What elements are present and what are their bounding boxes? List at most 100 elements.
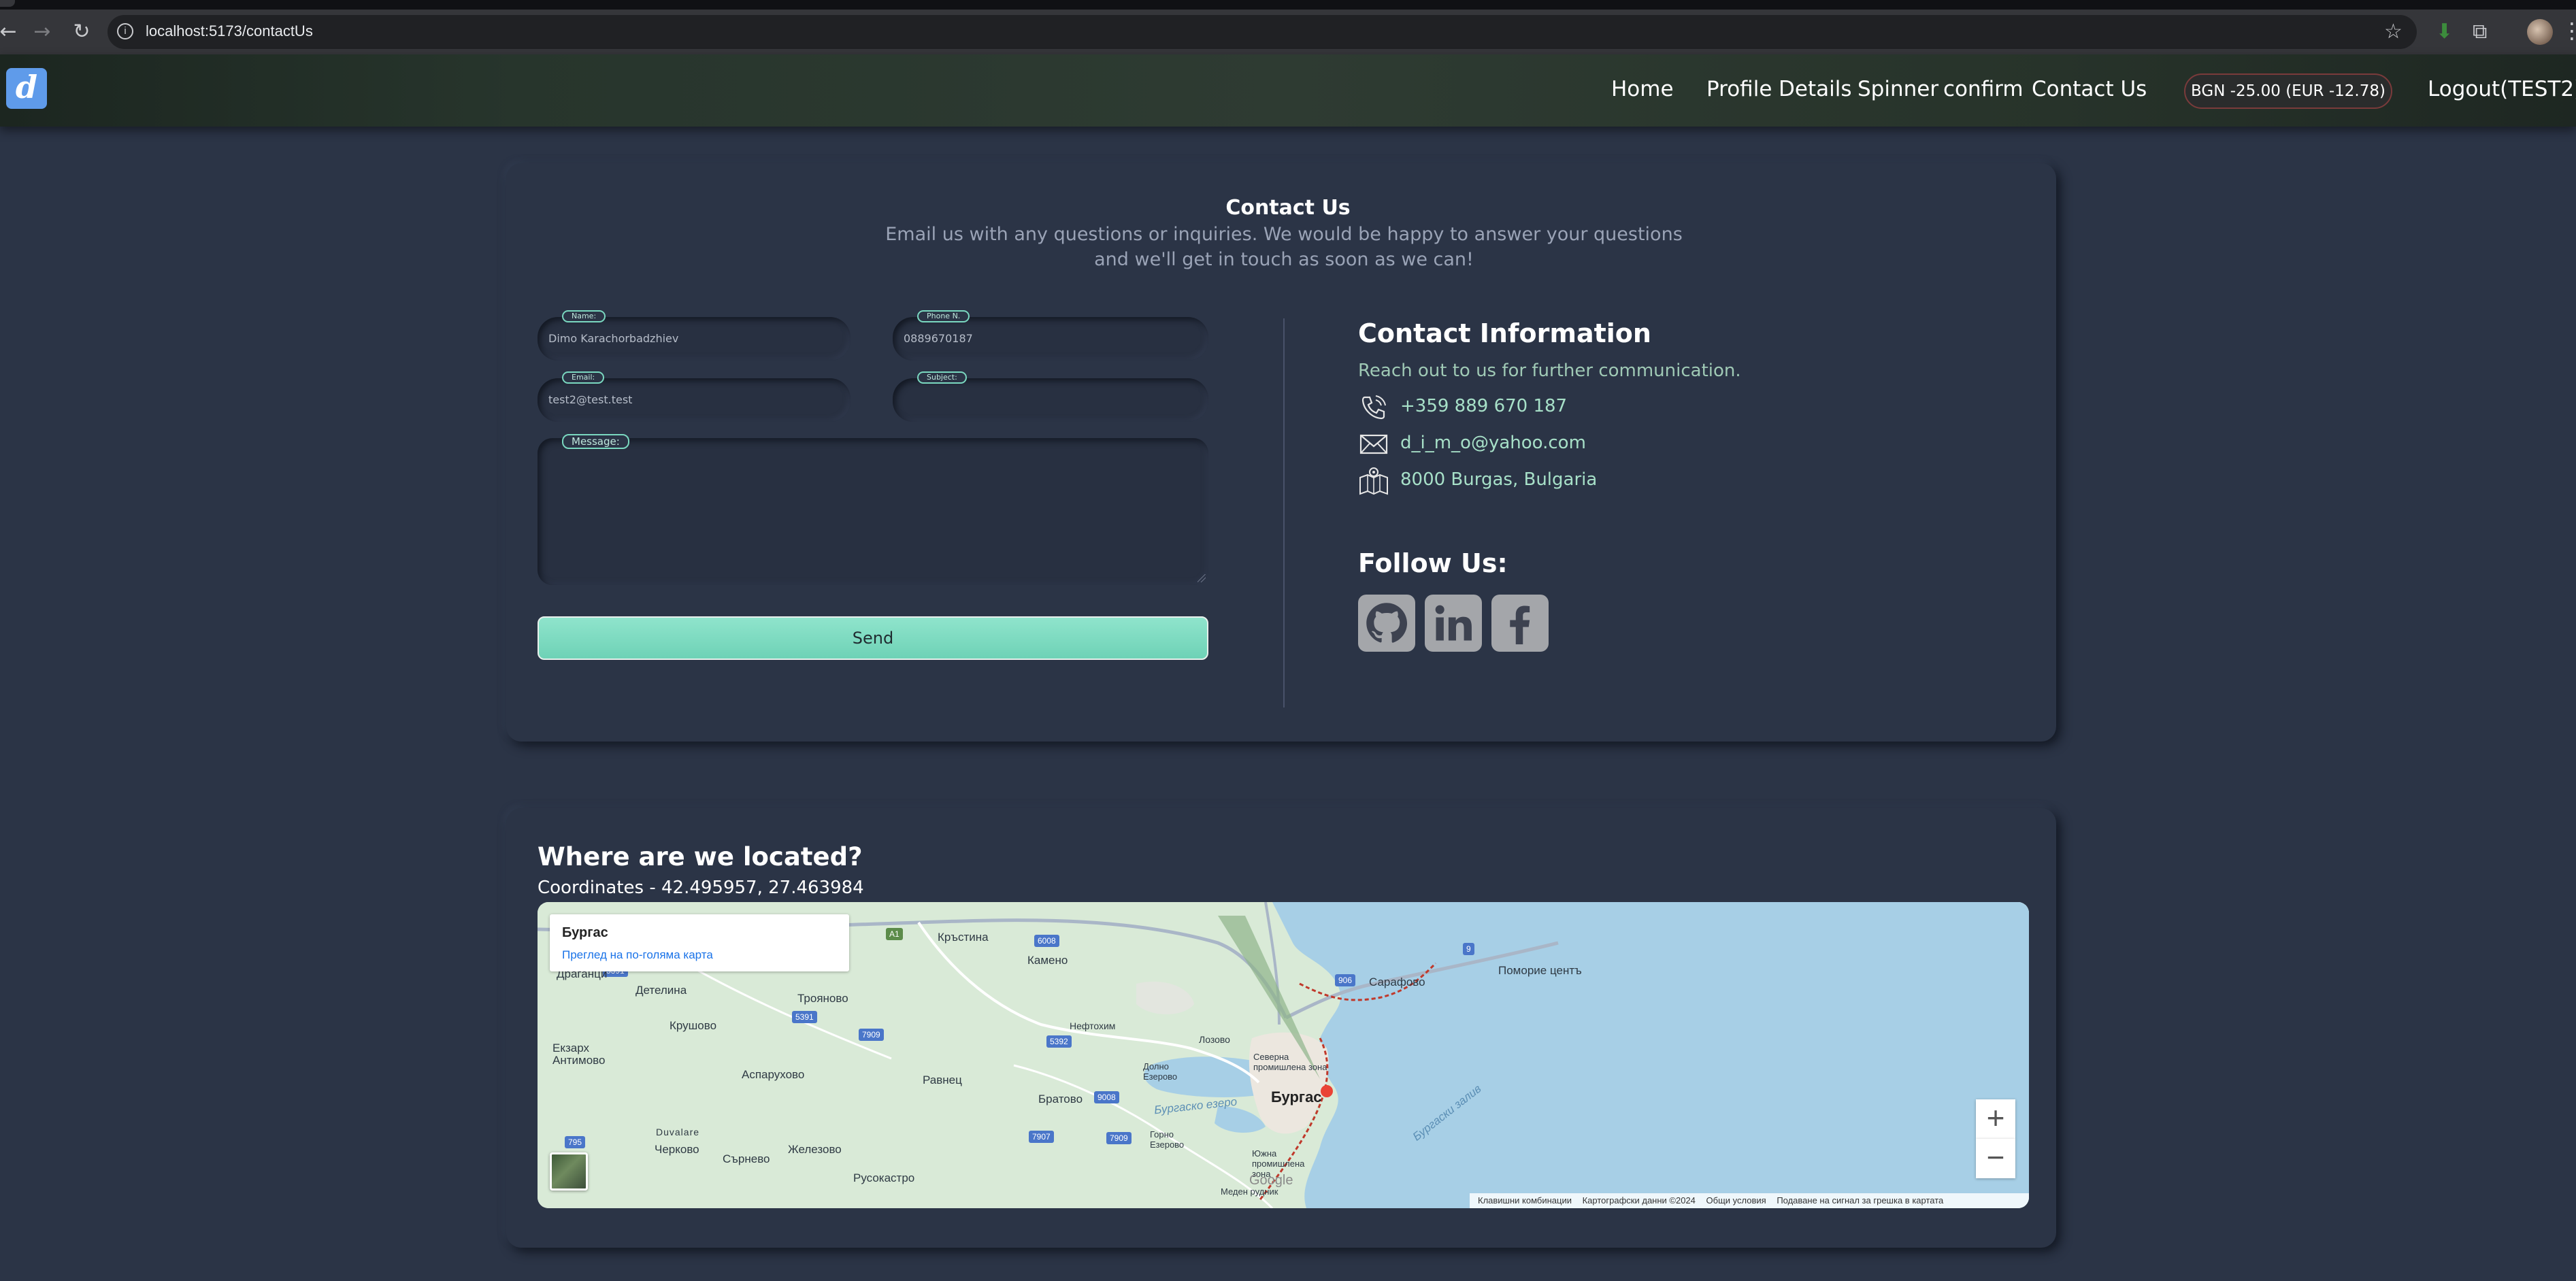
map-label: Поморие центъ (1498, 964, 1582, 977)
follow-title: Follow Us: (1358, 548, 1508, 578)
name-field[interactable]: Dimo Karachorbadzhiev (538, 317, 851, 361)
contact-phone[interactable]: +359 889 670 187 (1400, 396, 1567, 416)
address-bar[interactable] (108, 15, 2417, 49)
contact-title: Contact Us (1225, 196, 1351, 220)
larger-map-link[interactable]: Преглед на по-голяма карта (562, 948, 713, 962)
nav-spinner[interactable]: Spinner (1857, 77, 1938, 101)
map-label: Екзарх Антимово (552, 1042, 606, 1067)
road-6008: 6008 (1034, 935, 1059, 947)
map-label: Аспарухово (742, 1068, 805, 1081)
subject-field[interactable] (893, 378, 1208, 422)
bookmark-star-icon[interactable]: ☆ (2384, 18, 2402, 46)
road-7907: 7907 (1029, 1131, 1054, 1143)
zoom-in-button[interactable]: + (1976, 1099, 2015, 1139)
linkedin-icon[interactable] (1425, 595, 1482, 652)
nav-home[interactable]: Home (1611, 77, 1674, 101)
url-text[interactable]: localhost:5173/contactUs (146, 22, 313, 40)
phone-icon (1361, 395, 1386, 420)
road-7909-b: 7909 (1106, 1132, 1132, 1144)
road-7909-a: 7909 (859, 1029, 884, 1041)
map-footer: Клавишни комбинации Картографски данни ©… (1470, 1193, 2029, 1208)
email-field[interactable]: test2@test.test (538, 378, 851, 422)
message-label: Message: (562, 434, 629, 449)
map-label: Нефтохим (1070, 1020, 1116, 1031)
name-value: Dimo Karachorbadzhiev (548, 332, 679, 345)
contact-address: 8000 Burgas, Bulgaria (1400, 469, 1598, 490)
active-tab-edge[interactable] (0, 0, 15, 7)
extension-download-icon[interactable]: ⬇ (2436, 18, 2453, 46)
email-label: Email: (562, 371, 605, 384)
road-5391-b: 5391 (792, 1011, 817, 1023)
map-label: Сърнево (723, 1152, 770, 1165)
logout-button[interactable]: Logout(TEST2) (2428, 77, 2576, 101)
map-label: Русокастро (853, 1171, 915, 1184)
contact-description: Email us with any questions or inquiries… (885, 224, 1683, 270)
vertical-divider (1283, 318, 1285, 708)
google-logo: Google (1249, 1173, 1293, 1188)
site-info-icon[interactable]: i (117, 23, 133, 39)
map-label: Трояново (797, 992, 848, 1005)
reload-icon[interactable]: ↻ (68, 18, 95, 46)
profile-avatar[interactable] (2527, 19, 2553, 45)
map-label: Северна промишлена зона (1253, 1052, 1327, 1072)
map-label: Горно Езерово (1150, 1129, 1185, 1150)
map-label: Детелина (635, 984, 687, 997)
embedded-map[interactable]: A1 6008 5391 5391 7909 5392 9008 7907 79… (538, 902, 2029, 1208)
map-label: Черково (655, 1143, 699, 1156)
resize-grip-icon[interactable] (1198, 574, 1206, 582)
place-name: Бургас (562, 925, 608, 940)
name-label: Name: (562, 310, 606, 322)
facebook-icon[interactable] (1491, 595, 1549, 652)
map-label: Равнец (923, 1074, 962, 1086)
map-label: Железово (788, 1143, 842, 1156)
extensions-puzzle-icon[interactable]: ⧉ (2473, 18, 2487, 46)
keyboard-shortcuts-link[interactable]: Клавишни комбинации (1478, 1195, 1572, 1205)
road-9: 9 (1463, 943, 1474, 955)
map-label: Камено (1027, 954, 1068, 967)
map-layer-toggle[interactable] (550, 1152, 588, 1191)
zoom-out-button[interactable]: − (1976, 1139, 2015, 1178)
road-795: 795 (565, 1136, 586, 1148)
app-logo[interactable]: d (6, 68, 47, 109)
phone-value: 0889670187 (904, 332, 973, 345)
location-title: Where are we located? (538, 842, 863, 871)
road-a1: A1 (886, 928, 903, 940)
browser-tab-strip (0, 0, 2576, 10)
map-label: Duvalare (656, 1127, 700, 1137)
message-textarea[interactable] (538, 438, 1208, 585)
terms-link[interactable]: Общи условия (1706, 1195, 1766, 1205)
send-button[interactable]: Send (538, 616, 1208, 660)
map-label: Долно Езерово (1143, 1061, 1178, 1082)
map-label-city: Бургас (1271, 1088, 1322, 1105)
contact-info-title: Contact Information (1358, 318, 1651, 348)
map-pin-icon (1359, 467, 1388, 495)
phone-label: Phone N. (917, 310, 970, 322)
map-label: Крушово (670, 1019, 717, 1032)
nav-profile[interactable]: Profile (1706, 77, 1772, 101)
map-label: Братово (1038, 1093, 1083, 1105)
road-5392: 5392 (1046, 1035, 1072, 1048)
road-9008: 9008 (1094, 1091, 1119, 1103)
road-906: 906 (1335, 974, 1356, 986)
back-icon[interactable]: ← (0, 18, 22, 46)
nav-contact-us[interactable]: Contact Us (2032, 77, 2147, 101)
subject-label: Subject: (917, 371, 967, 384)
map-label: Кръстина (938, 931, 989, 944)
nav-details[interactable]: Details (1779, 77, 1851, 101)
forward-icon[interactable]: → (29, 18, 56, 46)
nav-confirm[interactable]: confirm (1943, 77, 2024, 101)
map-label: Лозово (1199, 1034, 1230, 1045)
map-label: Сарафово (1369, 976, 1425, 988)
report-error-link[interactable]: Подаване на сигнал за грешка в картата (1777, 1195, 1943, 1205)
email-value: test2@test.test (548, 393, 633, 406)
mail-icon (1359, 434, 1388, 454)
browser-menu-icon[interactable]: ⋮ (2561, 18, 2576, 44)
phone-field[interactable]: 0889670187 (893, 317, 1208, 361)
contact-info-subtitle: Reach out to us for further communicatio… (1358, 361, 1741, 381)
map-data-attribution: Картографски данни ©2024 (1582, 1195, 1696, 1205)
balance-badge: BGN -25.00 (EUR -12.78) (2184, 73, 2392, 109)
github-icon[interactable] (1358, 595, 1415, 652)
contact-email[interactable]: d_i_m_o@yahoo.com (1400, 433, 1586, 453)
place-card: Бургас Преглед на по-голяма карта (550, 914, 849, 971)
coordinates-text: Coordinates - 42.495957, 27.463984 (538, 878, 864, 898)
